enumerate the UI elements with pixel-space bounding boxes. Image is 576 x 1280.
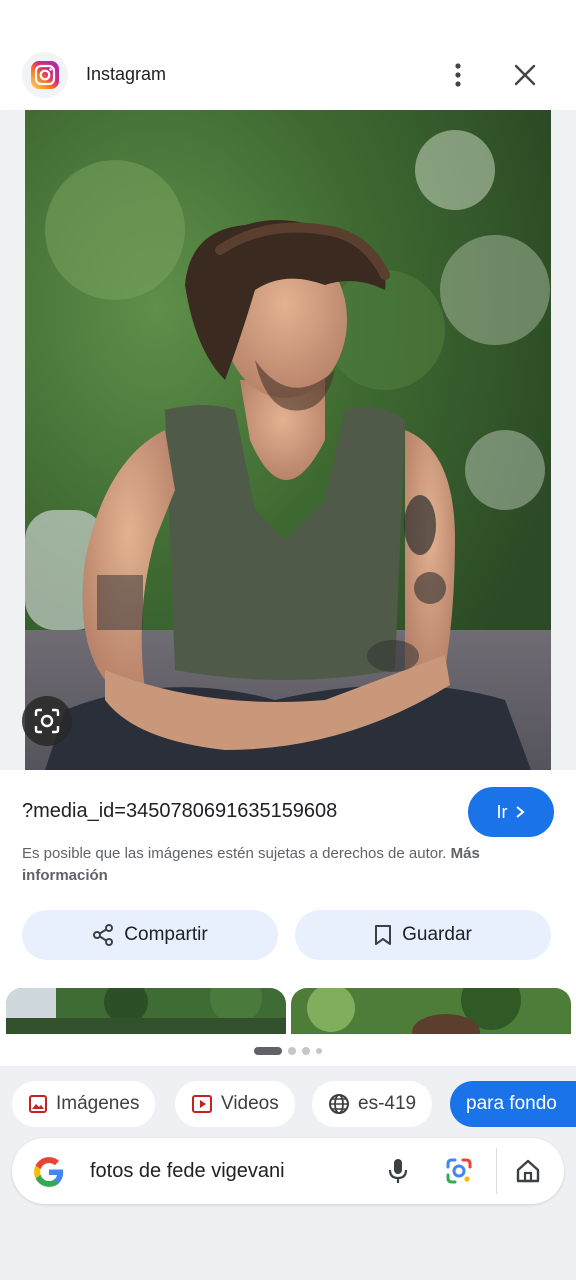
search-bar[interactable]: fotos de fede vigevani	[12, 1138, 564, 1204]
google-logo-icon	[34, 1157, 64, 1187]
close-icon	[514, 64, 536, 86]
result-url-title[interactable]: ?media_id=3450780691635159608	[22, 800, 337, 823]
chevron-right-icon	[515, 806, 525, 818]
chip-images-label: Imágenes	[56, 1093, 140, 1114]
pager-dot	[254, 1047, 282, 1055]
bottom-search-panel: Imágenes Videos es-419 para fondo fotos …	[0, 1066, 576, 1280]
pager-dot	[316, 1048, 322, 1054]
result-header: Instagram	[0, 40, 576, 110]
chip-para-fondo[interactable]: para fondo	[450, 1081, 576, 1127]
close-button[interactable]	[508, 58, 542, 92]
instagram-logo-icon	[22, 52, 68, 98]
chip-language[interactable]: es-419	[312, 1081, 433, 1127]
bookmark-icon	[375, 925, 392, 945]
chip-language-label: es-419	[358, 1093, 417, 1114]
pager-dot	[302, 1047, 310, 1055]
more-vert-icon	[455, 63, 461, 87]
more-options-button[interactable]	[441, 58, 475, 92]
image-viewer	[0, 110, 576, 770]
pager-dot	[288, 1047, 296, 1055]
chip-para-fondo-label: para fondo	[466, 1093, 557, 1114]
image-icon	[29, 1095, 47, 1113]
related-image-thumbnail[interactable]	[6, 988, 286, 1034]
copyright-notice: Es posible que las imágenes estén sujeta…	[22, 843, 542, 887]
lens-icon	[446, 1158, 472, 1184]
globe-icon	[329, 1094, 349, 1114]
voice-search-button[interactable]	[381, 1154, 415, 1188]
searchbar-divider	[496, 1148, 497, 1194]
share-icon	[93, 924, 114, 946]
home-button[interactable]	[511, 1154, 545, 1188]
go-button[interactable]: Ir	[468, 787, 554, 837]
carousel-pager	[0, 1047, 576, 1055]
chip-videos-label: Videos	[221, 1093, 279, 1114]
share-button[interactable]: Compartir	[22, 910, 278, 960]
lens-button[interactable]	[442, 1154, 476, 1188]
related-image-thumbnail[interactable]	[291, 988, 571, 1034]
result-photo[interactable]	[25, 110, 551, 770]
share-label: Compartir	[124, 924, 208, 945]
source-name: Instagram	[86, 64, 167, 84]
copyright-text: Es posible que las imágenes estén sujeta…	[22, 845, 447, 862]
visual-search-button[interactable]	[22, 696, 72, 746]
home-icon	[516, 1159, 540, 1183]
video-icon	[192, 1095, 212, 1113]
chip-images[interactable]: Imágenes	[12, 1081, 156, 1127]
go-button-label: Ir	[496, 801, 508, 822]
chip-videos[interactable]: Videos	[175, 1081, 295, 1127]
save-button[interactable]: Guardar	[295, 910, 551, 960]
search-query[interactable]: fotos de fede vigevani	[90, 1160, 285, 1183]
mic-icon	[388, 1159, 408, 1183]
save-label: Guardar	[402, 924, 472, 945]
lens-search-icon	[34, 708, 60, 734]
